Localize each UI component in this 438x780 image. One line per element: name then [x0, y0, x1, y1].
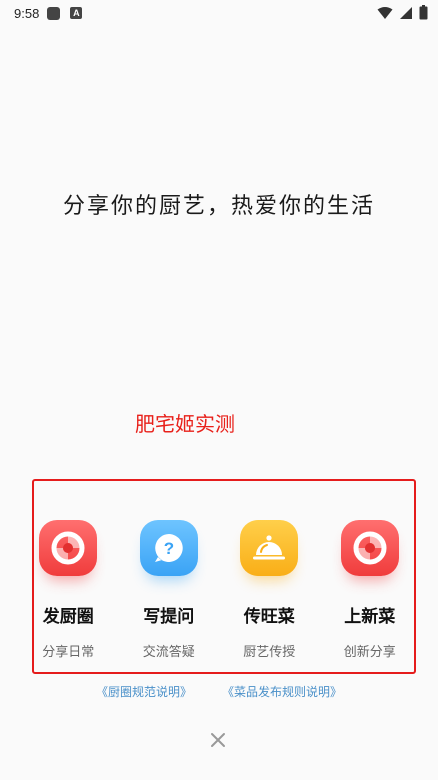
action-subtitle: 厨艺传授: [243, 645, 296, 660]
close-button[interactable]: [207, 729, 229, 751]
battery-icon: [419, 5, 428, 20]
action-subtitle: 创新分享: [343, 645, 396, 660]
action-grid: 发厨圈 分享日常 ? 写提问 交流答疑 传旺菜 厨艺传授 上新菜 创新分享: [18, 520, 420, 660]
action-title: 传旺菜: [243, 607, 295, 627]
watermark-text: 肥宅姬实测: [135, 412, 235, 436]
share-recipe-button[interactable]: 传旺菜 厨艺传授: [219, 520, 320, 660]
camera-aperture-icon: [340, 520, 399, 576]
kitchen-circle-rules-link[interactable]: 《厨圈规范说明》: [96, 683, 192, 700]
close-icon: [211, 733, 225, 747]
action-subtitle: 交流答疑: [142, 645, 195, 660]
dish-publish-rules-link[interactable]: 《菜品发布规则说明》: [222, 683, 342, 700]
new-dish-button[interactable]: 上新菜 创新分享: [320, 520, 421, 660]
rules-links: 《厨圈规范说明》 《菜品发布规则说明》: [0, 683, 438, 700]
wifi-icon: [377, 6, 393, 19]
action-title: 上新菜: [344, 607, 396, 627]
signal-icon: [400, 6, 412, 19]
action-title: 写提问: [143, 607, 195, 627]
ask-question-button[interactable]: ? 写提问 交流答疑: [119, 520, 220, 660]
tagline: 分享你的厨艺，热爱你的生活: [62, 194, 375, 219]
notification-a-icon: A: [70, 7, 83, 19]
food-cloche-icon: [240, 520, 299, 576]
status-time: 9:58: [14, 5, 40, 21]
post-kitchen-circle-button[interactable]: 发厨圈 分享日常: [18, 520, 119, 660]
status-bar: 9:58 A: [0, 0, 438, 26]
action-subtitle: 分享日常: [42, 645, 95, 660]
action-title: 发厨圈: [42, 607, 94, 627]
status-icons: [377, 5, 428, 20]
camera-aperture-icon: [39, 520, 98, 576]
svg-text:?: ?: [164, 539, 174, 558]
notification-app-icon: [47, 6, 61, 20]
question-bubble-icon: ?: [139, 520, 198, 576]
